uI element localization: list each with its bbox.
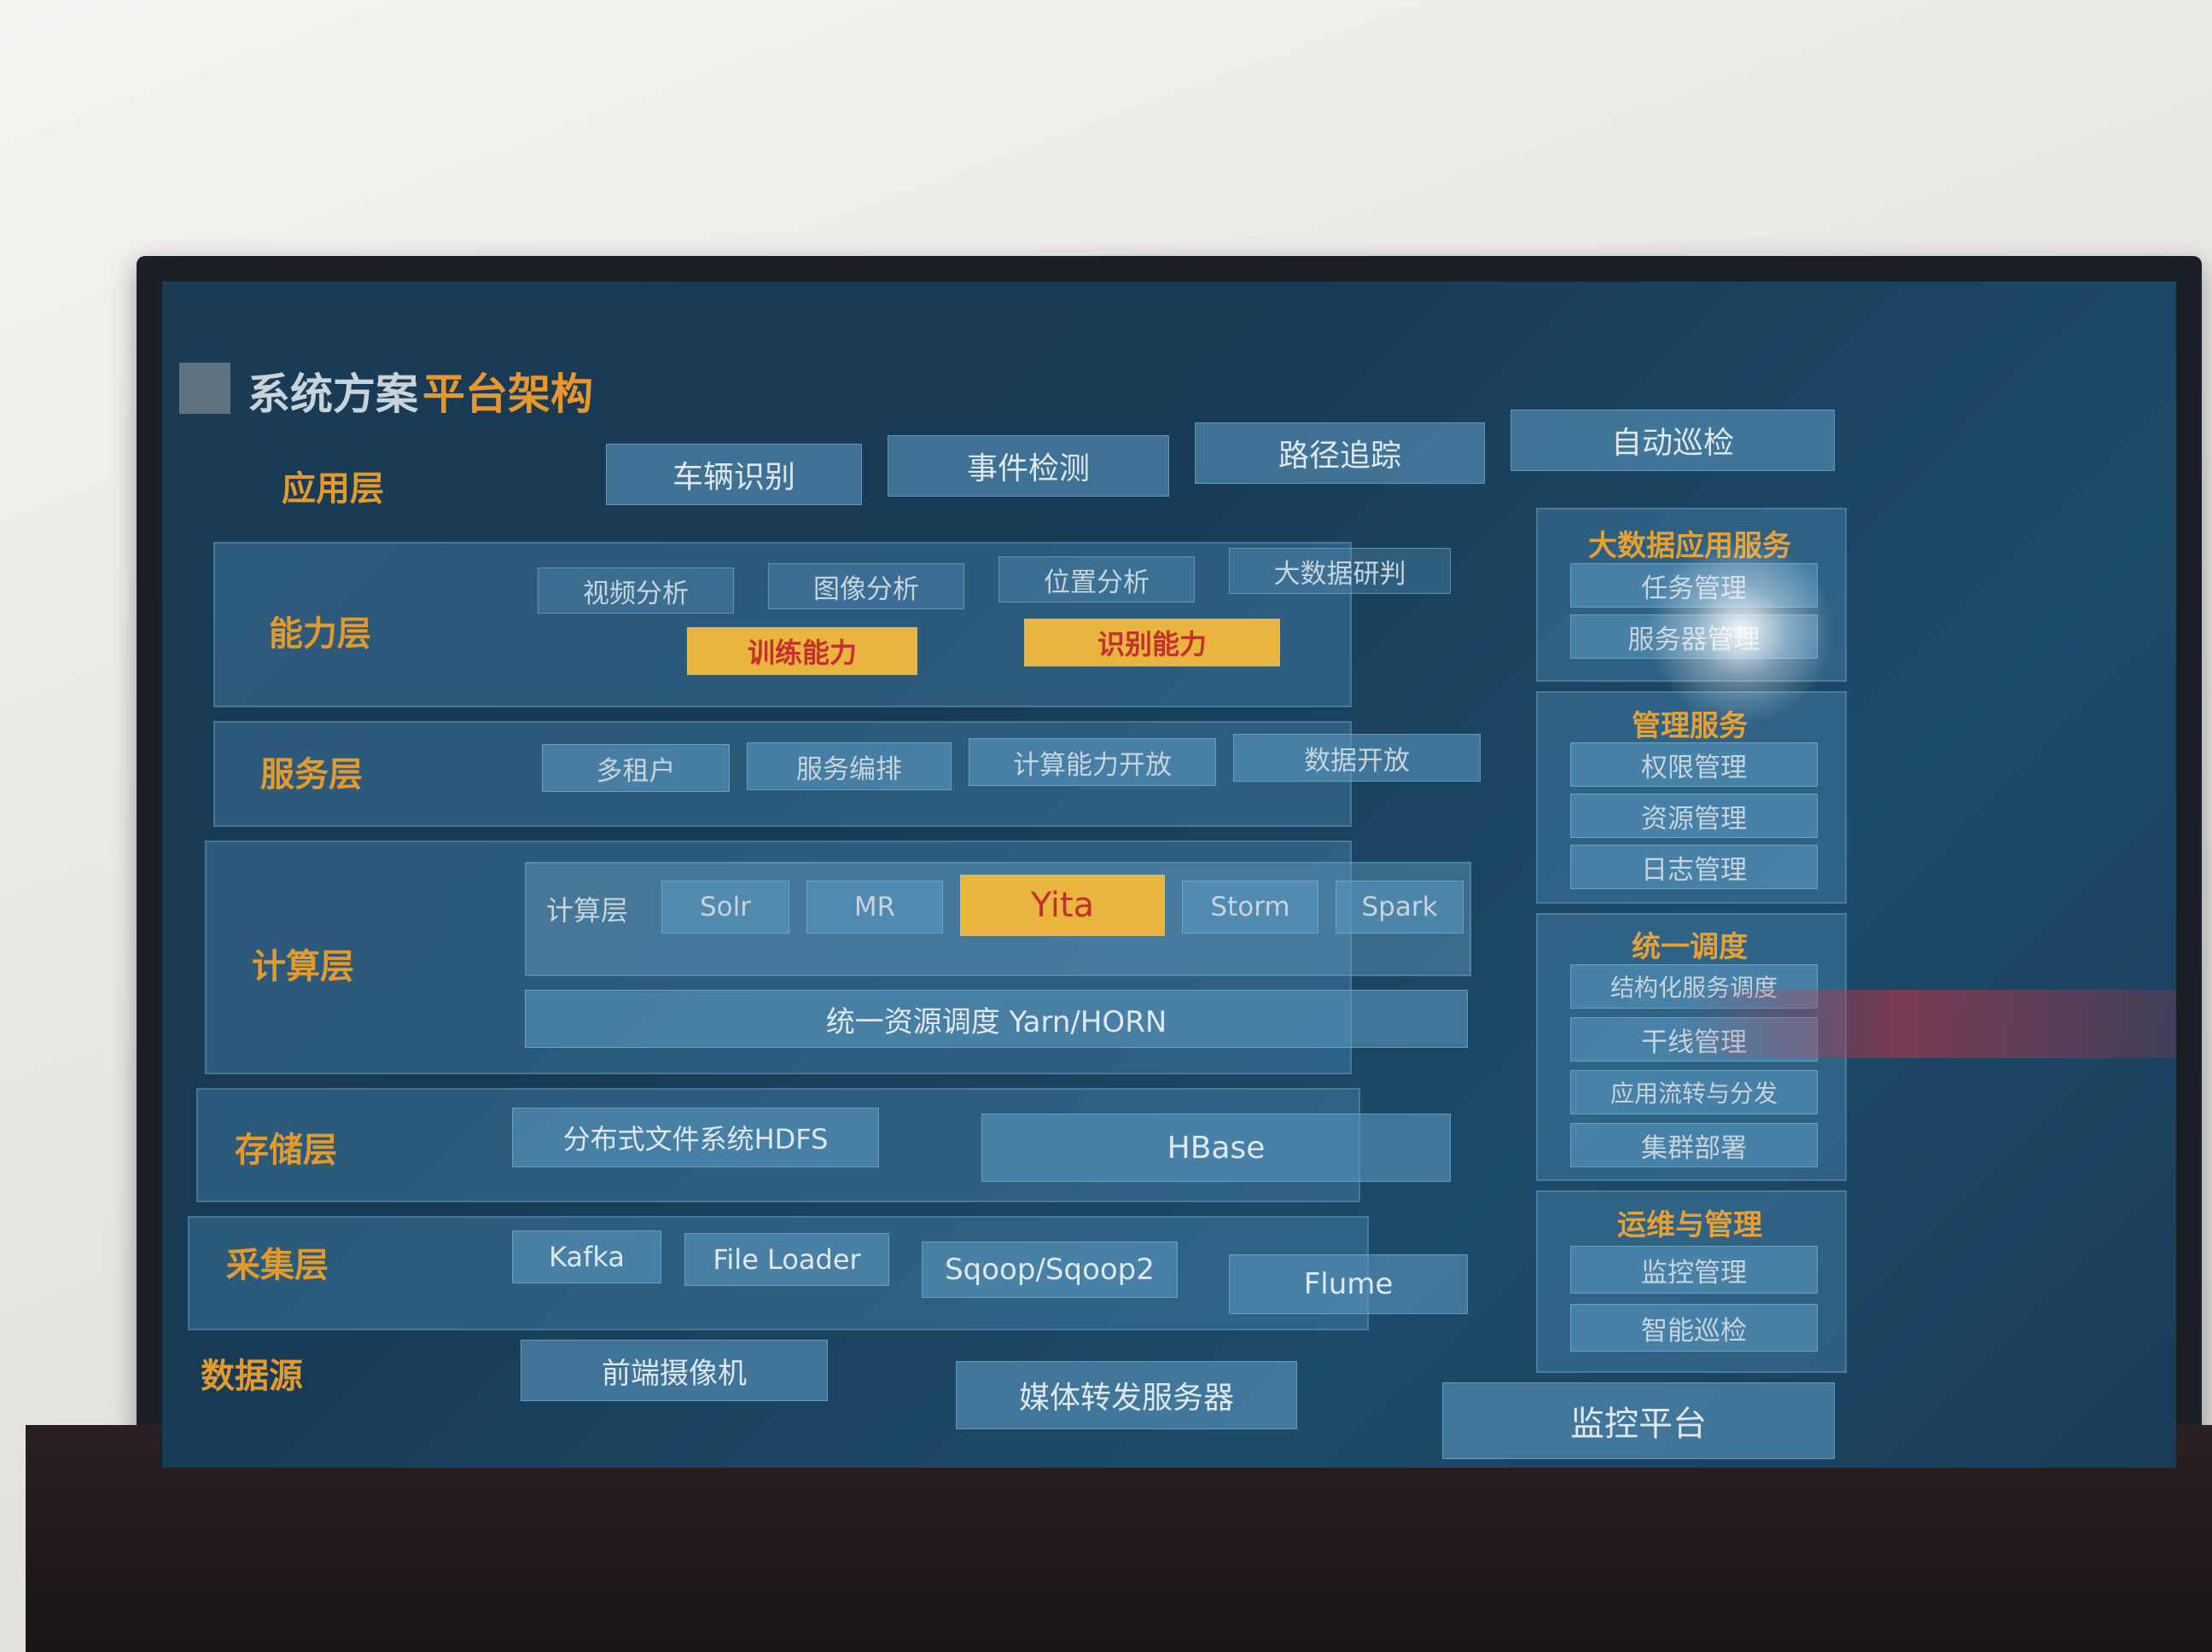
storage-item-hdfs: 分布式文件系统HDFS bbox=[512, 1108, 879, 1167]
side-title-management: 管理服务 bbox=[1632, 709, 1748, 743]
cap-highlight-recognition: 识别能力 bbox=[1024, 619, 1280, 666]
page-title: 系统方案 bbox=[247, 369, 418, 419]
layer-label-datasource: 数据源 bbox=[201, 1357, 303, 1396]
side-item-structured-scheduling: 结构化服务调度 bbox=[1570, 964, 1818, 1009]
side-item-smart-inspection: 智能巡检 bbox=[1570, 1304, 1818, 1352]
svc-item-multi-tenant: 多租户 bbox=[542, 744, 730, 792]
svc-item-service-orchestration: 服务编排 bbox=[747, 742, 952, 790]
title-square-icon bbox=[179, 363, 230, 414]
cap-item-location-analysis: 位置分析 bbox=[998, 556, 1195, 602]
cap-highlight-training: 训练能力 bbox=[687, 627, 917, 675]
compute-item-spark: Spark bbox=[1336, 881, 1464, 934]
layer-label-capability: 能力层 bbox=[269, 614, 371, 654]
side-item-app-distribution: 应用流转与分发 bbox=[1570, 1070, 1818, 1114]
collect-item-file-loader: File Loader bbox=[684, 1233, 889, 1286]
layer-label-storage: 存储层 bbox=[235, 1131, 337, 1170]
source-item-media-server: 媒体转发服务器 bbox=[956, 1361, 1297, 1429]
side-title-ops: 运维与管理 bbox=[1617, 1208, 1762, 1242]
layer-label-collection: 采集层 bbox=[226, 1246, 329, 1285]
layer-label-application: 应用层 bbox=[282, 469, 384, 509]
compute-item-solr: Solr bbox=[661, 881, 789, 934]
layer-label-service: 服务层 bbox=[260, 755, 363, 794]
app-item-auto-inspection: 自动巡检 bbox=[1511, 410, 1835, 471]
side-title-bigdata-app: 大数据应用服务 bbox=[1588, 529, 1791, 563]
side-item-log-mgmt: 日志管理 bbox=[1570, 845, 1818, 889]
app-item-path-tracking: 路径追踪 bbox=[1195, 422, 1485, 484]
side-item-cluster-deploy: 集群部署 bbox=[1570, 1123, 1818, 1167]
storage-item-hbase: HBase bbox=[981, 1114, 1451, 1182]
side-item-permission-mgmt: 权限管理 bbox=[1570, 742, 1818, 787]
collect-item-kafka: Kafka bbox=[512, 1230, 661, 1283]
compute-inner-label: 计算层 bbox=[546, 894, 629, 927]
side-item-resource-mgmt: 资源管理 bbox=[1570, 794, 1818, 838]
compute-item-storm: Storm bbox=[1182, 881, 1318, 934]
page-subtitle: 平台架构 bbox=[422, 369, 593, 419]
side-title-scheduling: 统一调度 bbox=[1632, 930, 1748, 964]
collect-item-flume: Flume bbox=[1229, 1254, 1468, 1314]
source-item-monitor-platform: 监控平台 bbox=[1442, 1382, 1835, 1459]
display-screen: 系统方案 平台架构 应用层 车辆识别 事件检测 路径追踪 自动巡检 能力层 视频… bbox=[162, 282, 2176, 1468]
compute-scheduler: 统一资源调度 Yarn/HORN bbox=[525, 990, 1468, 1048]
source-item-camera: 前端摄像机 bbox=[521, 1340, 828, 1401]
compute-item-mr: MR bbox=[806, 881, 943, 934]
side-item-trunk-mgmt: 干线管理 bbox=[1570, 1017, 1818, 1062]
side-item-task-mgmt: 任务管理 bbox=[1570, 563, 1818, 608]
side-item-server-mgmt: 服务器管理 bbox=[1570, 614, 1818, 659]
app-item-event-detection: 事件检测 bbox=[888, 435, 1169, 497]
compute-item-yita: Yita bbox=[960, 875, 1165, 936]
svc-item-data-open: 数据开放 bbox=[1233, 734, 1481, 782]
side-item-monitor-mgmt: 监控管理 bbox=[1570, 1246, 1818, 1294]
app-item-vehicle-recognition: 车辆识别 bbox=[606, 444, 862, 505]
collect-item-sqoop: Sqoop/Sqoop2 bbox=[922, 1242, 1178, 1298]
cap-item-image-analysis: 图像分析 bbox=[768, 563, 964, 609]
layer-label-compute: 计算层 bbox=[252, 947, 354, 986]
cap-item-video-analysis: 视频分析 bbox=[538, 567, 734, 614]
svc-item-compute-open: 计算能力开放 bbox=[969, 738, 1216, 786]
cap-item-bigdata-judgment: 大数据研判 bbox=[1229, 548, 1451, 594]
